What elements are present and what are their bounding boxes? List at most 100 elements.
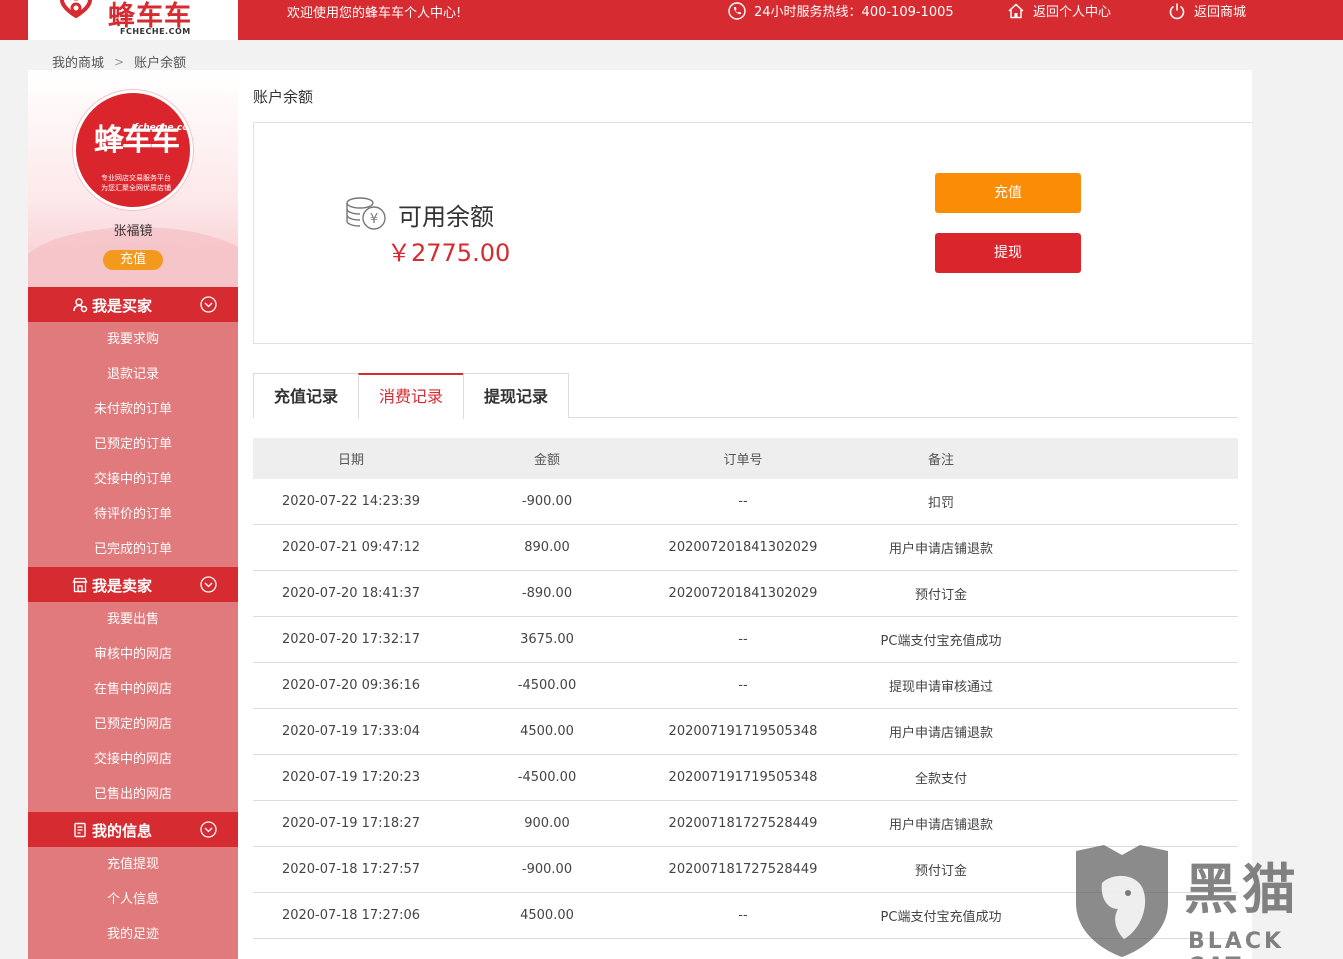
- cell-date: 2020-07-19 17:20:23: [281, 770, 421, 785]
- top-bar: 蜂车车 FCHECHE.COM 欢迎使用您的蜂车车个人中心! 24小时服务热线：…: [0, 0, 1343, 40]
- cell-amount: 890.00: [524, 540, 570, 555]
- back-mall-label: 返回商城: [1194, 5, 1247, 20]
- column-header-remark: 备注: [927, 453, 954, 468]
- balance-value: ￥2775.00: [387, 239, 511, 267]
- cell-date: 2020-07-20 09:36:16: [281, 678, 421, 693]
- table-row: 2020-07-18 17:27:06 4500.00 -- PC端支付宝充值成功: [253, 893, 1238, 939]
- sidebar-item-completed-orders[interactable]: 已完成的订单: [28, 532, 238, 567]
- cell-date: 2020-07-18 17:27:06: [281, 908, 421, 923]
- balance-label: 可用余额: [398, 203, 494, 231]
- cell-order-no: 202007201841302029: [668, 586, 818, 601]
- welcome-text: 欢迎使用您的蜂车车个人中心!: [287, 6, 462, 21]
- store-icon: [72, 577, 88, 593]
- cell-remark: PC端支付宝充值成功: [880, 634, 1002, 649]
- cell-amount: 900.00: [524, 816, 570, 831]
- username: 张福镜: [113, 224, 153, 239]
- site-logo[interactable]: 蜂车车 FCHECHE.COM: [28, 0, 238, 40]
- sidebar-section-my-info[interactable]: 我的信息: [28, 812, 238, 847]
- tab-recharge-records[interactable]: 充值记录: [253, 373, 359, 418]
- sidebar-item-to-review-orders[interactable]: 待评价的订单: [28, 497, 238, 532]
- sidebar-section-title: 我是买家: [92, 297, 153, 315]
- sidebar: fcheche.com 蜂车车 专业网店交易服务平台 为您汇聚全网优质店铺 张福…: [28, 70, 238, 959]
- table-row: 2020-07-22 14:23:39 -900.00 -- 扣罚: [253, 479, 1238, 525]
- cell-order-no: 202007191719505348: [668, 724, 818, 739]
- buyer-icon: [73, 298, 88, 313]
- table-row: 2020-07-21 09:47:12 890.00 202007201841302…: [253, 525, 1238, 571]
- sidebar-item-footprints[interactable]: 我的足迹: [28, 917, 238, 952]
- breadcrumb: 我的商城 > 账户余额: [52, 52, 187, 72]
- sidebar-item-reserved-orders[interactable]: 已预定的订单: [28, 427, 238, 462]
- sidebar-item-recharge-withdraw[interactable]: 充值提现: [28, 847, 238, 882]
- sidebar-item-refunds[interactable]: 退款记录: [28, 357, 238, 392]
- cell-order-no: --: [738, 494, 748, 509]
- cell-date: 2020-07-21 09:47:12: [281, 540, 421, 555]
- table-row: 2020-07-20 18:41:37 -890.00 20200720184130…: [253, 571, 1238, 617]
- svg-text:¥: ¥: [370, 212, 378, 227]
- cell-date: 2020-07-20 18:41:37: [281, 586, 421, 601]
- sidebar-section-buyer[interactable]: 我是买家: [28, 287, 238, 322]
- phone-icon: [728, 1, 746, 20]
- home-icon: [1008, 2, 1024, 18]
- sidebar-item-shops-handover[interactable]: 交接中的网店: [28, 742, 238, 777]
- cell-date: 2020-07-20 17:32:17: [281, 632, 421, 647]
- cell-amount: -4500.00: [517, 678, 577, 693]
- breadcrumb-current: 账户余额: [134, 56, 187, 71]
- back-mall-link[interactable]: 返回商城: [1168, 1, 1246, 20]
- cell-remark: 全款支付: [914, 772, 967, 787]
- cell-order-no: 202007191719505348: [668, 770, 818, 785]
- tab-withdraw-records[interactable]: 提现记录: [463, 373, 569, 418]
- sidebar-item-personal-info[interactable]: 个人信息: [28, 882, 238, 917]
- cell-order-no: 202007181727528449: [668, 816, 818, 831]
- record-tabs: 充值记录 消费记录 提现记录: [253, 373, 1238, 419]
- cell-remark: PC端支付宝充值成功: [880, 910, 1002, 925]
- chevron-down-icon: [200, 821, 217, 838]
- table-row: 2020-07-20 17:32:17 3675.00 -- PC端支付宝充值成功: [253, 617, 1238, 663]
- table-row: 2020-07-19 17:20:23 -4500.00 2020071917195…: [253, 755, 1238, 801]
- column-header-amount: 金额: [533, 453, 560, 468]
- page-title: 账户余额: [253, 88, 314, 106]
- cell-order-no: --: [738, 678, 748, 693]
- cell-amount: -4500.00: [517, 770, 577, 785]
- recharge-button[interactable]: 充值: [935, 173, 1081, 213]
- sidebar-item-handover-orders[interactable]: 交接中的订单: [28, 462, 238, 497]
- sidebar-section-seller[interactable]: 我是卖家: [28, 567, 238, 602]
- back-center-link[interactable]: 返回个人中心: [1007, 1, 1111, 20]
- cell-remark: 预付订金: [914, 588, 967, 603]
- column-header-order-no: 订单号: [723, 453, 763, 468]
- balance-card: ¥ 可用余额 ￥2775.00 充值 提现: [253, 122, 1253, 344]
- cell-remark: 用户申请店铺退款: [888, 542, 993, 557]
- withdraw-button[interactable]: 提现: [935, 233, 1081, 273]
- chevron-down-icon: [200, 296, 217, 313]
- logo-heart-icon: [59, 0, 93, 19]
- sidebar-item-want-sell[interactable]: 我要出售: [28, 602, 238, 637]
- cell-date: 2020-07-22 14:23:39: [281, 494, 421, 509]
- column-header-date: 日期: [337, 453, 364, 468]
- sidebar-item-shops-on-sale[interactable]: 在售中的网店: [28, 672, 238, 707]
- avatar-slogan-2: 为您汇聚全网优质店铺: [101, 184, 171, 192]
- sidebar-item-shops-sold[interactable]: 已售出的网店: [28, 777, 238, 812]
- cell-remark: 扣罚: [927, 496, 954, 511]
- sidebar-section-title: 我是卖家: [92, 577, 153, 595]
- breadcrumb-home[interactable]: 我的商城: [52, 52, 104, 71]
- cell-amount: -890.00: [521, 586, 573, 601]
- cell-date: 2020-07-18 17:27:57: [281, 862, 421, 877]
- chevron-down-icon: [200, 576, 217, 593]
- document-icon: [74, 822, 86, 838]
- sidebar-item-shops-in-review[interactable]: 审核中的网店: [28, 637, 238, 672]
- cell-date: 2020-07-19 17:18:27: [281, 816, 421, 831]
- profile-recharge-button[interactable]: 充值: [103, 250, 163, 270]
- table-header: 日期 金额 订单号 备注: [253, 438, 1238, 479]
- sidebar-item-shops-reserved[interactable]: 已预定的网店: [28, 707, 238, 742]
- sidebar-item-want-buy[interactable]: 我要求购: [28, 322, 238, 357]
- hotline: 24小时服务热线：400-109-1005: [728, 1, 954, 20]
- tab-consumption-records[interactable]: 消费记录: [358, 373, 464, 419]
- breadcrumb-separator-icon: >: [114, 54, 125, 69]
- avatar[interactable]: fcheche.com 蜂车车 专业网店交易服务平台 为您汇聚全网优质店铺: [73, 90, 193, 210]
- sidebar-item-unpaid-orders[interactable]: 未付款的订单: [28, 392, 238, 427]
- cell-order-no: 202007181727528449: [668, 862, 818, 877]
- table-row: 2020-07-19 17:33:04 4500.00 20200719171950…: [253, 709, 1238, 755]
- main-panel: 账户余额 ¥ 可用余额 ￥2775.00 充值 提现 充值记录 消费记录 提现记…: [238, 70, 1253, 959]
- cell-order-no: --: [738, 908, 748, 923]
- hotline-text: 24小时服务热线：400-109-1005: [754, 5, 954, 20]
- cell-remark: 用户申请店铺退款: [888, 818, 993, 833]
